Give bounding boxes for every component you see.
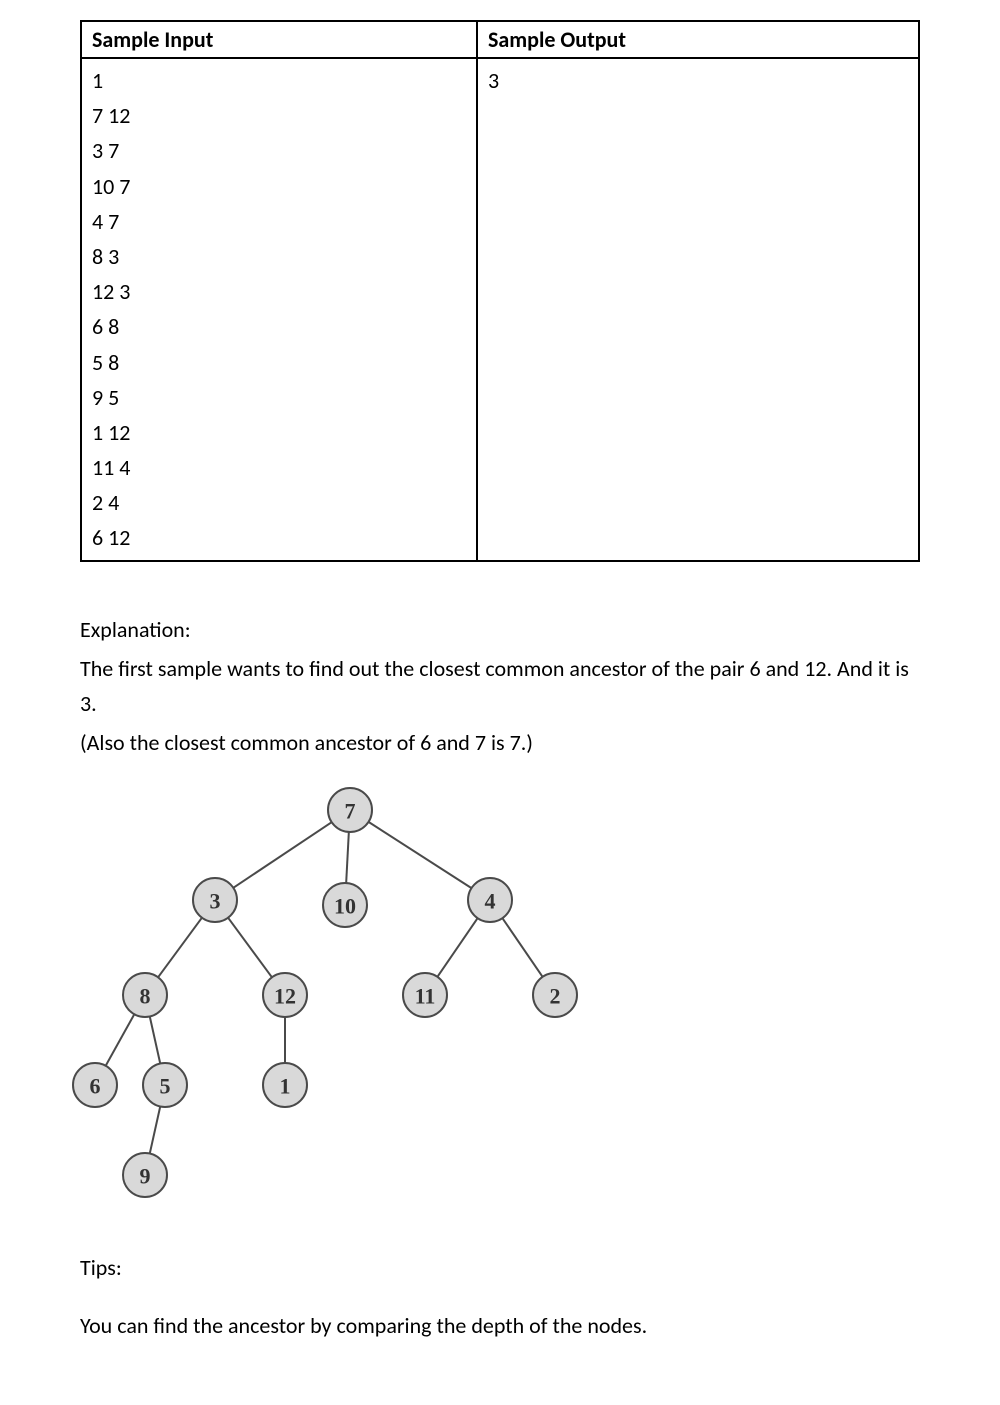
sample-input-cell: 1 7 12 3 7 10 7 4 7 8 3 12 3 6 8 5 8 9 5… — [81, 58, 477, 561]
tree-edge — [369, 822, 472, 888]
tree-edge — [228, 918, 272, 978]
tree-node-label: 5 — [160, 1074, 171, 1099]
tips-section: Tips: You can find the ancestor by compa… — [80, 1250, 920, 1342]
sample-input-lines: 1 7 12 3 7 10 7 4 7 8 3 12 3 6 8 5 8 9 5… — [92, 63, 466, 556]
tree-edge — [233, 823, 331, 889]
explanation-line-2: (Also the closest common ancestor of 6 a… — [80, 725, 920, 760]
tree-node-label: 4 — [485, 889, 496, 914]
tree-node-11: 11 — [403, 973, 447, 1017]
tree-node-3: 3 — [193, 878, 237, 922]
tree-edge — [437, 919, 477, 978]
tree-node-label: 6 — [90, 1074, 101, 1099]
tree-edge — [150, 1107, 160, 1154]
tree-node-label: 8 — [140, 984, 151, 1009]
tree-edge — [502, 919, 542, 978]
sample-output-lines: 3 — [488, 63, 908, 98]
tree-edge — [158, 918, 202, 978]
explanation-title: Explanation: — [80, 612, 920, 647]
tree-node-label: 2 — [550, 984, 561, 1009]
sample-io-table: Sample Input Sample Output 1 7 12 3 7 10… — [80, 20, 920, 562]
tree-node-12: 12 — [263, 973, 307, 1017]
tree-node-label: 9 — [140, 1164, 151, 1189]
tree-node-7: 7 — [328, 788, 372, 832]
tree-node-label: 10 — [334, 894, 356, 919]
header-sample-input: Sample Input — [81, 21, 477, 58]
sample-output-cell: 3 — [477, 58, 919, 561]
tree-node-9: 9 — [123, 1153, 167, 1197]
tree-node-5: 5 — [143, 1063, 187, 1107]
tree-node-6: 6 — [73, 1063, 117, 1107]
tree-edge — [346, 832, 349, 883]
tree-edge — [150, 1017, 160, 1064]
tree-node-label: 1 — [280, 1074, 291, 1099]
tree-node-label: 11 — [415, 984, 436, 1009]
tree-svg: 7 3 10 4 8 12 11 2 6 5 1 9 — [60, 780, 620, 1210]
tree-node-label: 3 — [210, 889, 221, 914]
tree-node-1: 1 — [263, 1063, 307, 1107]
tree-node-10: 10 — [323, 883, 367, 927]
tree-node-4: 4 — [468, 878, 512, 922]
header-sample-output: Sample Output — [477, 21, 919, 58]
tips-title: Tips: — [80, 1250, 920, 1285]
tree-diagram: 7 3 10 4 8 12 11 2 6 5 1 9 — [60, 780, 920, 1210]
tree-node-label: 12 — [274, 984, 296, 1009]
tree-node-2: 2 — [533, 973, 577, 1017]
explanation-line-1: The first sample wants to find out the c… — [80, 651, 920, 721]
tree-node-label: 7 — [345, 799, 356, 824]
explanation-section: Explanation: The first sample wants to f… — [80, 612, 920, 761]
tree-node-8: 8 — [123, 973, 167, 1017]
tips-line-1: You can find the ancestor by comparing t… — [80, 1308, 920, 1343]
page: Sample Input Sample Output 1 7 12 3 7 10… — [0, 0, 1000, 1405]
tree-edge — [106, 1015, 135, 1067]
